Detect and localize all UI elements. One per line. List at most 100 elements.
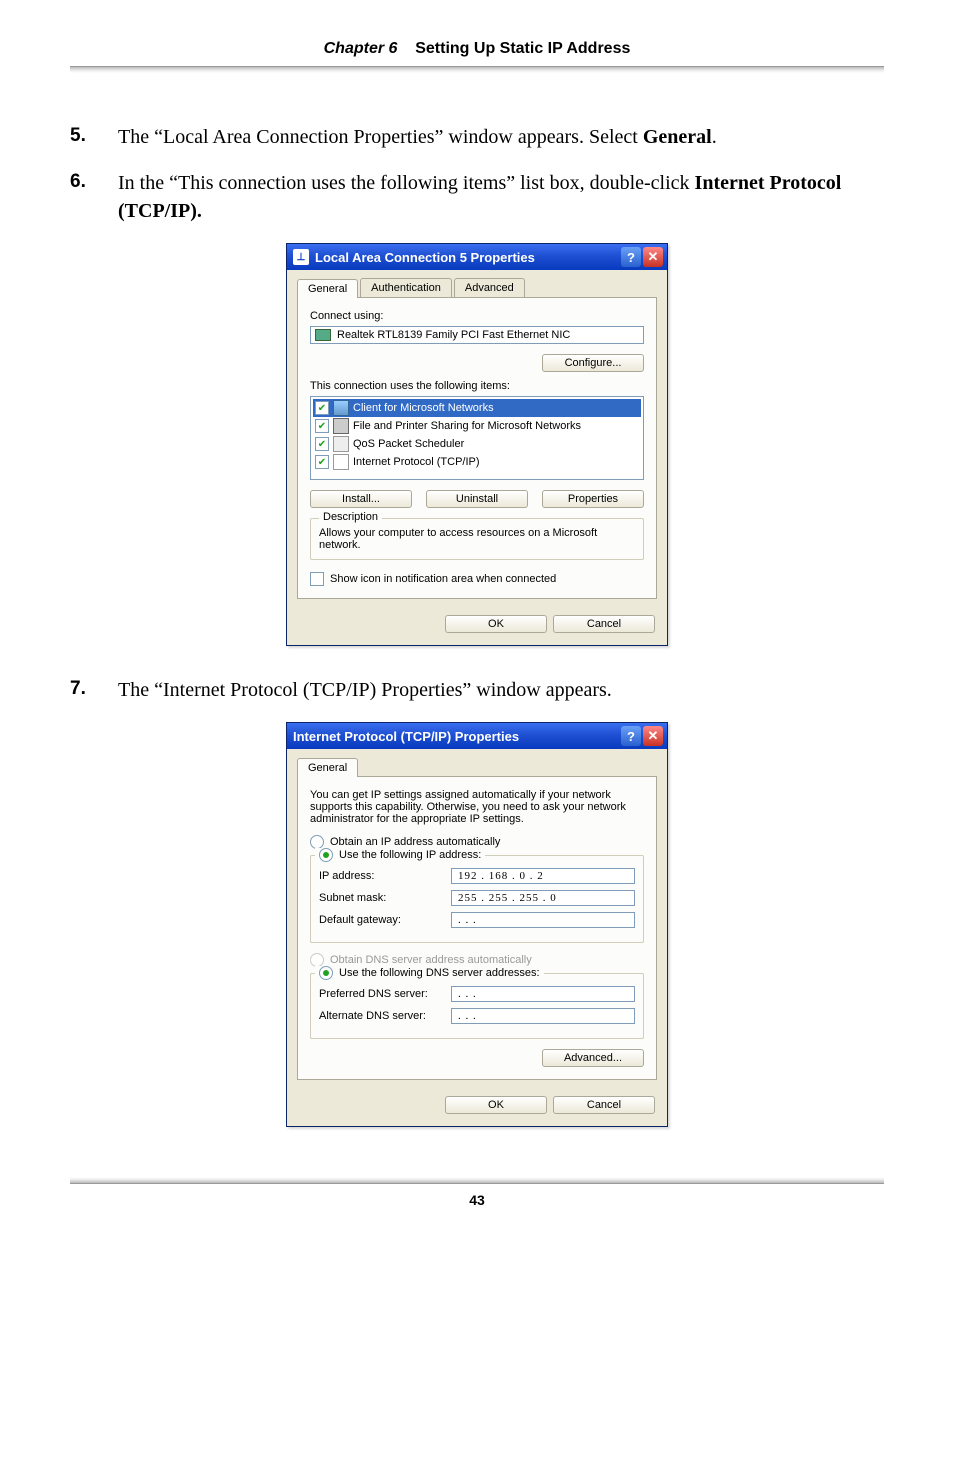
window-title: Internet Protocol (TCP/IP) Properties [293, 729, 519, 744]
tcpip-properties-dialog: Internet Protocol (TCP/IP) Properties ? … [286, 722, 668, 1127]
ip-group: Use the following IP address: IP address… [310, 855, 644, 943]
close-button[interactable]: ✕ [643, 247, 663, 267]
step-text: The “Internet Protocol ( [118, 679, 310, 701]
description-group: Description Allows your computer to acce… [310, 518, 644, 560]
radio-obtain-ip[interactable]: Obtain an IP address automatically [310, 835, 644, 849]
checkbox-icon[interactable]: ✔ [315, 455, 329, 469]
help-button[interactable]: ? [621, 247, 641, 267]
intro-text: You can get IP settings assigned automat… [310, 789, 644, 825]
step-text: In the “This connection uses the followi… [118, 172, 695, 194]
radio-obtain-dns: Obtain DNS server address automatically [310, 953, 644, 967]
titlebar: Internet Protocol (TCP/IP) Properties ? … [287, 723, 667, 749]
radio-icon [310, 953, 324, 967]
step-bold-post: ). [190, 200, 202, 222]
uninstall-button[interactable]: Uninstall [426, 490, 528, 508]
step-text-post: ) Properties” window appears. [370, 679, 612, 701]
radio-icon[interactable] [310, 835, 324, 849]
step-5: 5. The “Local Area Connection Properties… [70, 123, 884, 151]
radio-label: Use the following DNS server addresses: [339, 967, 540, 979]
adapter-field: Realtek RTL8139 Family PCI Fast Ethernet… [310, 326, 644, 344]
list-item-label: Client for Microsoft Networks [353, 402, 494, 414]
footer-divider [70, 1177, 884, 1184]
radio-label: Obtain an IP address automatically [330, 836, 500, 848]
checkbox-icon[interactable]: ✔ [315, 437, 329, 451]
close-button[interactable]: ✕ [643, 726, 663, 746]
step-7: 7. The “Internet Protocol (TCP/IP) Prope… [70, 676, 884, 704]
description-text: Allows your computer to access resources… [319, 527, 635, 551]
list-item-label: Internet Protocol (TCP/IP) [353, 456, 480, 468]
list-item[interactable]: ✔ Internet Protocol (TCP/IP) [313, 453, 641, 471]
adapter-name: Realtek RTL8139 Family PCI Fast Ethernet… [337, 329, 570, 341]
advanced-button[interactable]: Advanced... [542, 1049, 644, 1067]
tab-advanced[interactable]: Advanced [454, 278, 525, 297]
step-smallcaps: TCP/IP [125, 200, 191, 222]
cancel-button[interactable]: Cancel [553, 1096, 655, 1114]
ok-button[interactable]: OK [445, 1096, 547, 1114]
alternate-dns-input[interactable]: . . . [451, 1008, 635, 1024]
radio-use-ip[interactable]: Use the following IP address: [315, 848, 485, 862]
dns-group: Use the following DNS server addresses: … [310, 973, 644, 1039]
preferred-dns-label: Preferred DNS server: [319, 988, 451, 1000]
client-icon [333, 400, 349, 416]
radio-use-dns[interactable]: Use the following DNS server addresses: [315, 966, 544, 980]
help-button[interactable]: ? [621, 726, 641, 746]
preferred-dns-input[interactable]: . . . [451, 986, 635, 1002]
alternate-dns-label: Alternate DNS server: [319, 1010, 451, 1022]
show-icon-label: Show icon in notification area when conn… [330, 573, 556, 585]
radio-icon[interactable] [319, 848, 333, 862]
step-6: 6. In the “This connection uses the foll… [70, 169, 884, 225]
cancel-button[interactable]: Cancel [553, 615, 655, 633]
step-bold: General [643, 126, 712, 148]
list-item[interactable]: ✔ File and Printer Sharing for Microsoft… [313, 417, 641, 435]
description-legend: Description [319, 511, 382, 523]
chapter-title: Setting Up Static IP Address [415, 40, 630, 57]
default-gateway-input[interactable]: . . . [451, 912, 635, 928]
list-item[interactable]: ✔ QoS Packet Scheduler [313, 435, 641, 453]
ip-address-label: IP address: [319, 870, 451, 882]
radio-label: Use the following IP address: [339, 849, 481, 861]
step-smallcaps: TCP/IP [310, 679, 370, 701]
tab-general[interactable]: General [297, 279, 358, 298]
step-text: The “Local Area Connection Properties” w… [118, 126, 643, 148]
window-title: Local Area Connection 5 Properties [315, 250, 535, 265]
checkbox-icon[interactable]: ✔ [315, 401, 329, 415]
ip-address-input[interactable]: 192 . 168 . 0 . 2 [451, 868, 635, 884]
lan-properties-dialog: ⊥ Local Area Connection 5 Properties ? ✕… [286, 243, 668, 646]
qos-icon [333, 436, 349, 452]
screenshot-lan-properties: ⊥ Local Area Connection 5 Properties ? ✕… [70, 243, 884, 646]
titlebar: ⊥ Local Area Connection 5 Properties ? ✕ [287, 244, 667, 270]
header-divider [70, 66, 884, 73]
network-icon: ⊥ [293, 249, 309, 265]
list-item-label: QoS Packet Scheduler [353, 438, 464, 450]
tab-strip: General [297, 757, 657, 777]
items-label: This connection uses the following items… [310, 380, 644, 392]
ok-button[interactable]: OK [445, 615, 547, 633]
list-item-label: File and Printer Sharing for Microsoft N… [353, 420, 581, 432]
screenshot-tcpip-properties: Internet Protocol (TCP/IP) Properties ? … [70, 722, 884, 1127]
subnet-mask-label: Subnet mask: [319, 892, 451, 904]
properties-button[interactable]: Properties [542, 490, 644, 508]
checkbox-icon[interactable]: ✔ [315, 419, 329, 433]
subnet-mask-input[interactable]: 255 . 255 . 255 . 0 [451, 890, 635, 906]
tab-strip: General Authentication Advanced [297, 278, 657, 298]
tab-general[interactable]: General [297, 758, 358, 777]
step-number: 6. [70, 169, 118, 225]
show-icon-checkbox[interactable]: ✔ [310, 572, 324, 586]
chapter-header: Chapter 6 Setting Up Static IP Address [70, 40, 884, 58]
chapter-number: Chapter 6 [324, 40, 398, 57]
configure-button[interactable]: Configure... [542, 354, 644, 372]
radio-icon[interactable] [319, 966, 333, 980]
adapter-icon [315, 329, 331, 341]
default-gateway-label: Default gateway: [319, 914, 451, 926]
tab-authentication[interactable]: Authentication [360, 278, 452, 297]
list-item[interactable]: ✔ Client for Microsoft Networks [313, 399, 641, 417]
page-number: 43 [70, 1192, 884, 1208]
items-listbox[interactable]: ✔ Client for Microsoft Networks ✔ File a… [310, 396, 644, 480]
step-number: 7. [70, 676, 118, 704]
radio-label: Obtain DNS server address automatically [330, 954, 532, 966]
step-number: 5. [70, 123, 118, 151]
share-icon [333, 418, 349, 434]
install-button[interactable]: Install... [310, 490, 412, 508]
step-text-post: . [712, 126, 717, 148]
protocol-icon [333, 454, 349, 470]
